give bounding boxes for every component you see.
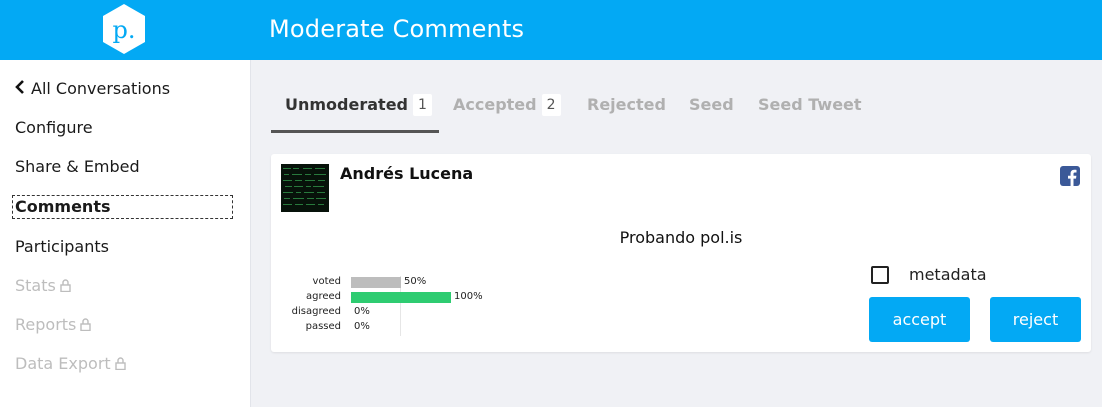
- sidebar-item-label: Participants: [15, 237, 109, 256]
- active-tab-indicator: [271, 130, 439, 133]
- sidebar-item-label: All Conversations: [31, 79, 171, 98]
- chevron-left-icon: [15, 78, 29, 100]
- polis-logo-icon[interactable]: p.: [102, 3, 146, 55]
- sidebar-item-data-export[interactable]: Data Export: [15, 353, 126, 375]
- page-title: Moderate Comments: [269, 15, 525, 43]
- sidebar-item-configure[interactable]: Configure: [15, 117, 93, 139]
- lock-icon: [60, 279, 71, 292]
- tab-label: Seed Tweet: [758, 95, 862, 114]
- tab-count-badge: 1: [413, 94, 432, 116]
- sidebar-item-participants[interactable]: Participants: [15, 236, 109, 258]
- lock-icon: [80, 318, 92, 331]
- stat-bar-agreed: [351, 292, 451, 303]
- page-header: Moderate Comments: [251, 0, 1102, 60]
- tab-label: Accepted: [453, 95, 537, 114]
- vote-stats: voted 50% agreed 100% disagreed 0% passe…: [271, 276, 531, 340]
- facebook-icon: [1060, 166, 1080, 186]
- sidebar-item-comments[interactable]: Comments: [12, 195, 233, 219]
- logo-area: p.: [0, 0, 251, 60]
- stat-pct-disagreed: 0%: [354, 306, 370, 317]
- tab-accepted[interactable]: Accepted 2: [453, 90, 561, 120]
- stat-bar-voted: [351, 277, 401, 288]
- sidebar-item-label: Data Export: [15, 354, 111, 373]
- tab-rejected[interactable]: Rejected: [587, 90, 666, 120]
- avatar: [281, 164, 329, 212]
- sidebar: All Conversations Configure Share & Embe…: [0, 60, 251, 407]
- stat-label-voted: voted: [312, 276, 341, 287]
- stat-label-disagreed: disagreed: [291, 306, 341, 317]
- sidebar-item-label: Comments: [15, 197, 111, 216]
- stat-pct-voted: 50%: [404, 276, 427, 287]
- avatar-image: [281, 164, 329, 212]
- tab-seed-tweet[interactable]: Seed Tweet: [758, 90, 862, 120]
- comment-text: Probando pol.is: [619, 228, 743, 247]
- sidebar-item-label: Configure: [15, 118, 93, 137]
- sidebar-item-share-embed[interactable]: Share & Embed: [15, 156, 140, 178]
- comment-author: Andrés Lucena: [340, 164, 474, 183]
- metadata-label: metadata: [909, 265, 987, 284]
- tab-count-badge: 2: [541, 94, 561, 116]
- sidebar-item-reports[interactable]: Reports: [15, 314, 92, 336]
- svg-text:p.: p.: [113, 16, 136, 44]
- metadata-checkbox[interactable]: [871, 266, 889, 284]
- tab-seed[interactable]: Seed: [689, 90, 734, 120]
- sidebar-item-label: Share & Embed: [15, 157, 140, 176]
- tab-unmoderated[interactable]: Unmoderated 1: [285, 90, 432, 120]
- stat-pct-agreed: 100%: [454, 291, 483, 302]
- sidebar-item-stats[interactable]: Stats: [15, 275, 71, 297]
- tab-label: Unmoderated: [285, 95, 408, 114]
- stat-label-agreed: agreed: [305, 291, 341, 302]
- lock-icon: [114, 357, 126, 370]
- sidebar-item-all-conversations[interactable]: All Conversations: [15, 78, 170, 100]
- comment-card: Andrés Lucena Probando pol.is voted 50% …: [271, 154, 1091, 352]
- reject-button[interactable]: reject: [990, 297, 1081, 342]
- accept-button[interactable]: accept: [869, 297, 970, 342]
- sidebar-item-label: Reports: [15, 315, 77, 334]
- stat-pct-passed: 0%: [354, 321, 370, 332]
- tab-label: Seed: [689, 95, 734, 114]
- stat-label-passed: passed: [305, 321, 341, 332]
- sidebar-item-label: Stats: [15, 276, 56, 295]
- tab-label: Rejected: [587, 95, 666, 114]
